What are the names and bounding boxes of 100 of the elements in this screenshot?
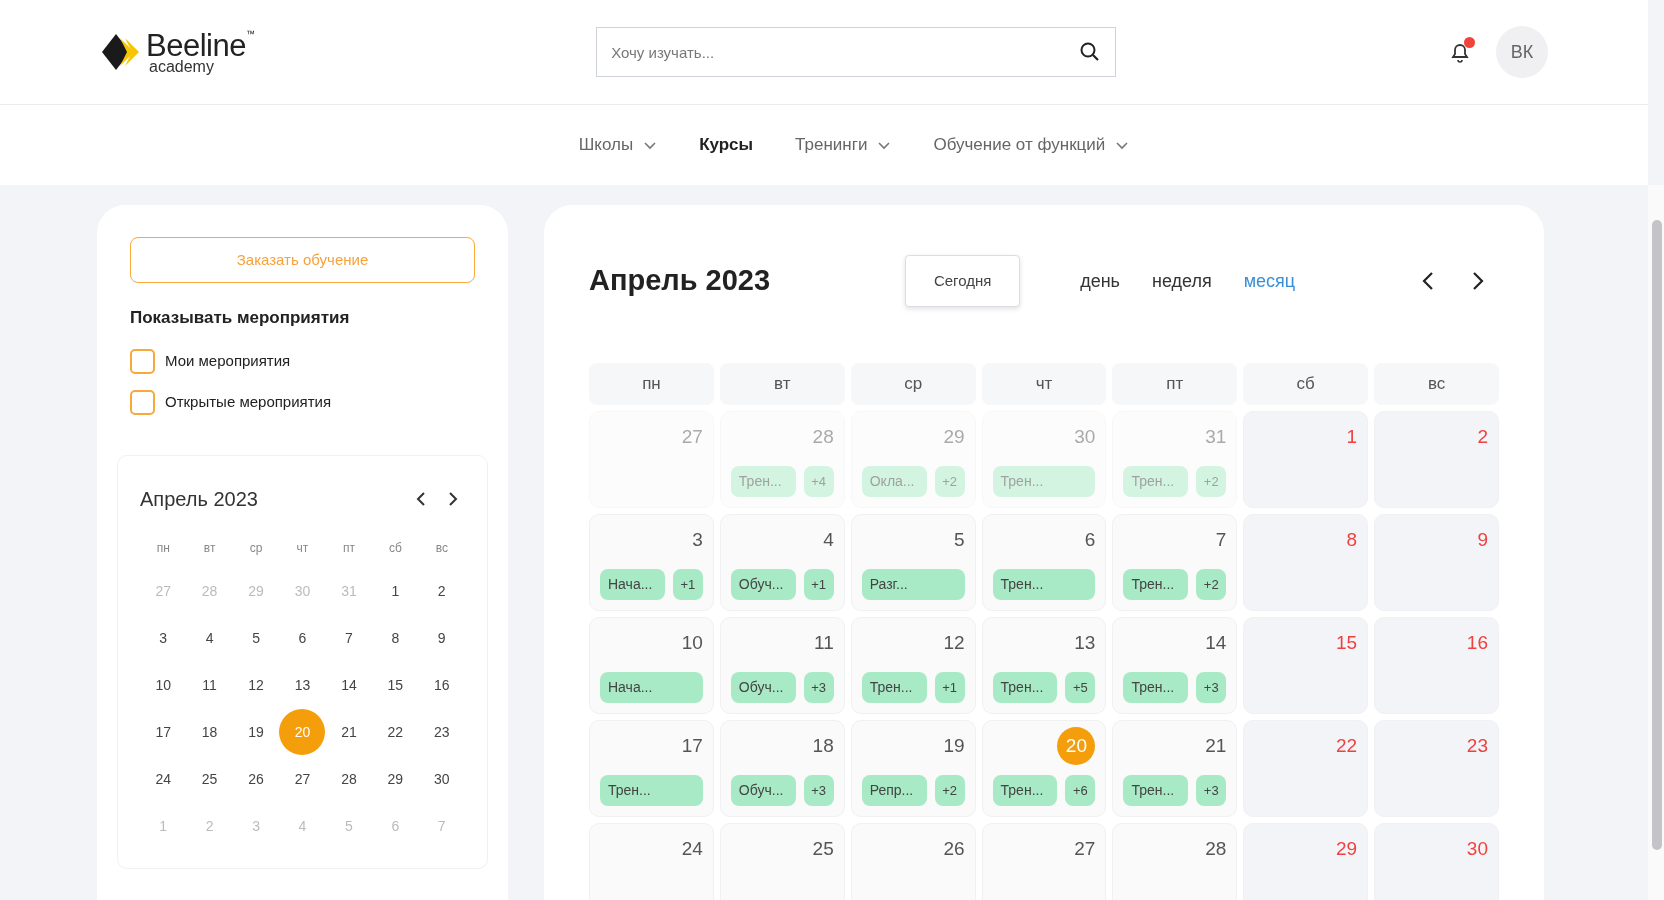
nav-link[interactable]: Школы (572, 131, 664, 159)
day-cell[interactable]: 26 (850, 823, 976, 900)
day-cell[interactable]: 7 Трен... +2 (1112, 514, 1238, 611)
event-chip[interactable]: Трен... (992, 775, 1058, 806)
day-number: 23 (1466, 733, 1488, 758)
day-cell[interactable]: 20 Трен... +6 (981, 720, 1107, 817)
day-cell[interactable]: 23 (1374, 720, 1499, 817)
day-cell[interactable]: 6 Трен... (981, 514, 1107, 611)
checkbox[interactable] (130, 348, 155, 374)
search-field[interactable]: Хочу изучать... (596, 27, 1117, 77)
date-cell[interactable]: 4 (186, 615, 233, 661)
day-cell[interactable]: 21 Трен... +3 (1112, 720, 1238, 817)
event-chip[interactable]: Обуч... (730, 569, 796, 600)
event-chip[interactable]: Трен... (992, 672, 1058, 703)
event-chip[interactable]: Трен... (600, 775, 703, 806)
date-cell[interactable]: 8 (372, 615, 419, 661)
date-cell[interactable]: 3 (140, 615, 187, 661)
date-cell[interactable]: 16 (418, 662, 465, 708)
event-chip[interactable]: Трен... (1123, 569, 1189, 600)
event-chip[interactable]: Обуч... (730, 775, 796, 806)
day-cell[interactable]: 3 Нача... +1 (589, 514, 714, 611)
date-cell[interactable]: 11 (186, 662, 233, 708)
date-cell[interactable]: 2 (418, 568, 465, 614)
date-cell[interactable]: 13 (279, 662, 326, 708)
date-cell[interactable]: 12 (233, 662, 280, 708)
date-cell[interactable]: 24 (140, 756, 187, 802)
more-events-chip[interactable]: +6 (1065, 775, 1096, 806)
event-chip[interactable]: Трен... (1123, 775, 1189, 806)
day-cell[interactable]: 12 Трен... +1 (850, 617, 976, 714)
weekday-label: чт (296, 540, 309, 555)
more-events-chip[interactable]: +3 (803, 775, 834, 806)
more-events-chip[interactable]: +1 (934, 672, 965, 703)
event-chip[interactable]: Обуч... (730, 672, 796, 703)
more-events-chip[interactable]: +3 (803, 672, 834, 703)
chevron-left-icon (415, 490, 427, 507)
date-cell[interactable]: 14 (325, 662, 372, 708)
more-events-chip[interactable]: +1 (803, 569, 834, 600)
day-cell[interactable]: 19 Репр... +2 (850, 720, 976, 817)
more-events-chip[interactable]: +3 (1196, 672, 1227, 703)
day-cell[interactable]: 24 (589, 823, 714, 900)
view-tab[interactable]: неделя (1151, 267, 1212, 295)
view-tab[interactable]: день (1080, 267, 1120, 295)
more-events-chip[interactable]: +3 (1196, 775, 1227, 806)
day-cell[interactable]: 27 (981, 823, 1107, 900)
day-cell[interactable]: 8 (1243, 514, 1369, 611)
search-icon[interactable] (1080, 42, 1101, 62)
date-cell[interactable]: 6 (279, 615, 326, 661)
date-cell[interactable]: 21 (325, 709, 372, 755)
day-cell[interactable]: 18 Обуч... +3 (719, 720, 845, 817)
date-cell[interactable]: 1 (372, 568, 419, 614)
more-events-chip[interactable]: +2 (934, 775, 965, 806)
date-cell[interactable]: 25 (186, 756, 233, 802)
date-cell[interactable]: 27 (279, 756, 326, 802)
date-cell[interactable]: 15 (372, 662, 419, 708)
nav-link[interactable]: Тренинги (789, 131, 898, 159)
more-events-chip[interactable]: +1 (672, 569, 703, 600)
date-cell[interactable]: 22 (372, 709, 419, 755)
day-cell[interactable]: 9 (1374, 514, 1499, 611)
day-cell[interactable]: 4 Обуч... +1 (719, 514, 845, 611)
today-button[interactable]: Сегодня (905, 255, 1021, 307)
day-cell[interactable]: 25 (719, 823, 845, 900)
more-events-chip[interactable]: +2 (1196, 569, 1227, 600)
event-chip[interactable]: Репр... (861, 775, 927, 806)
event-chip[interactable]: Нача... (600, 569, 665, 600)
event-chip[interactable]: Трен... (861, 672, 927, 703)
day-cell[interactable]: 5 Разг... (850, 514, 976, 611)
event-chip[interactable]: Трен... (1123, 672, 1189, 703)
date-cell[interactable]: 5 (233, 615, 280, 661)
day-number: 13 (1074, 630, 1096, 655)
checkbox[interactable] (130, 389, 155, 415)
scrollbar[interactable] (1652, 220, 1662, 850)
event-chip[interactable]: Нача... (600, 672, 703, 703)
day-cell[interactable]: 17 Трен... (589, 720, 714, 817)
date-cell[interactable]: 29 (372, 756, 419, 802)
date-cell[interactable]: 30 (418, 756, 465, 802)
nav-link[interactable]: Обучение от функций (927, 131, 1136, 159)
day-cell[interactable]: 10 Нача... (589, 617, 714, 714)
day-number: 31 (1205, 424, 1227, 449)
day-number: 21 (1205, 733, 1227, 758)
date-cell[interactable]: 18 (186, 709, 233, 755)
date-cell[interactable]: 7 (325, 615, 372, 661)
date-cell[interactable]: 19 (233, 709, 280, 755)
day-cell[interactable]: 11 Обуч... +3 (719, 617, 845, 714)
event-chip[interactable]: Трен... (992, 569, 1096, 600)
date-cell[interactable]: 28 (325, 756, 372, 802)
more-events-chip[interactable]: +5 (1065, 672, 1096, 703)
checkbox-label: Открытые мероприятия (165, 391, 332, 412)
nav-link[interactable]: Курсы (693, 131, 760, 159)
avatar[interactable]: ВК (1496, 26, 1548, 78)
date-cell[interactable]: 17 (140, 709, 187, 755)
date-cell[interactable]: 23 (418, 709, 465, 755)
day-cell[interactable]: 1 (1243, 411, 1369, 508)
date-cell[interactable]: 9 (418, 615, 465, 661)
date-cell[interactable]: 10 (140, 662, 187, 708)
day-cell[interactable]: 28 (1112, 823, 1238, 900)
day-number: 26 (943, 836, 965, 861)
day-cell[interactable]: 13 Трен... +5 (981, 617, 1107, 714)
date-cell[interactable]: 26 (233, 756, 280, 802)
day-cell[interactable]: 14 Трен... +3 (1112, 617, 1238, 714)
event-chip[interactable]: Разг... (861, 569, 965, 600)
